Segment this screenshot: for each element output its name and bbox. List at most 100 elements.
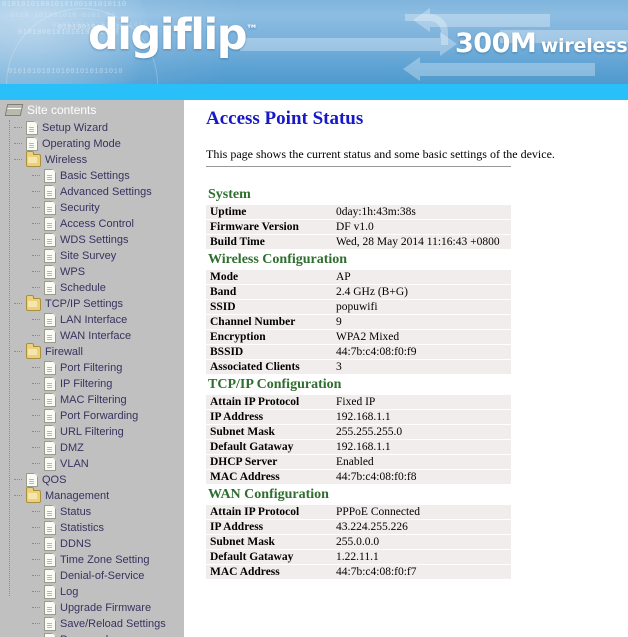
sidebar-item-label[interactable]: MAC Filtering xyxy=(60,394,127,407)
page-icon xyxy=(44,409,56,423)
sidebar-item-mac-filtering[interactable]: MAC Filtering xyxy=(0,392,184,408)
sidebar-item-label[interactable]: Access Control xyxy=(60,218,134,231)
sidebar-tree: Setup Wizard Operating Mode Wireless Basic … xyxy=(0,120,184,637)
sidebar-item-upgrade-firmware[interactable]: Upgrade Firmware xyxy=(0,600,184,616)
sidebar-item-label[interactable]: Password xyxy=(60,634,108,637)
page-body: Site contents Setup Wizard Operating Mode… xyxy=(0,100,628,637)
sidebar-item-label[interactable]: WAN Interface xyxy=(60,330,131,343)
sidebar-item-port-filtering[interactable]: Port Filtering xyxy=(0,360,184,376)
sidebar-item-management[interactable]: Management xyxy=(0,486,184,504)
tree-connector xyxy=(32,607,40,609)
sidebar-item-label[interactable]: QOS xyxy=(42,474,66,487)
sidebar-item-label[interactable]: Status xyxy=(60,506,91,519)
table-row: BSSID 44:7b:c4:08:f0:f9 xyxy=(206,345,511,359)
row-key: Uptime xyxy=(206,205,332,219)
sidebar-item-password[interactable]: Password xyxy=(0,632,184,637)
sidebar-item-label[interactable]: Statistics xyxy=(60,522,104,535)
row-value: 2.4 GHz (B+G) xyxy=(332,285,511,299)
sidebar-item-label[interactable]: WDS Settings xyxy=(60,234,128,247)
sidebar-item-wds-settings[interactable]: WDS Settings xyxy=(0,232,184,248)
sidebar-item-firewall[interactable]: Firewall xyxy=(0,342,184,360)
sidebar-item-wan-interface[interactable]: WAN Interface xyxy=(0,328,184,344)
tree-guide-line xyxy=(9,120,11,596)
sidebar-item-label[interactable]: Save/Reload Settings xyxy=(60,618,166,631)
sidebar-item-schedule[interactable]: Schedule xyxy=(0,280,184,296)
sidebar-item-lan-interface[interactable]: LAN Interface xyxy=(0,312,184,328)
sidebar-item-label[interactable]: Port Filtering xyxy=(60,362,122,375)
row-key: Mode xyxy=(206,270,332,284)
sidebar-item-status[interactable]: Status xyxy=(0,504,184,520)
status-sections: System Uptime 0day:1h:43m:38s Firmware Vers… xyxy=(206,185,628,580)
sidebar-item-label[interactable]: DMZ xyxy=(60,442,84,455)
sidebar-item-site-survey[interactable]: Site Survey xyxy=(0,248,184,264)
sidebar-item-label[interactable]: Setup Wizard xyxy=(42,122,108,135)
page-icon xyxy=(44,249,56,263)
sidebar-item-label[interactable]: Operating Mode xyxy=(42,138,121,151)
sidebar-item-denial-of-service[interactable]: Denial-of-Service xyxy=(0,568,184,584)
sidebar-item-access-control[interactable]: Access Control xyxy=(0,216,184,232)
sidebar-item-label[interactable]: Time Zone Setting xyxy=(60,554,149,567)
sidebar-item-ddns[interactable]: DDNS xyxy=(0,536,184,552)
row-value: 44:7b:c4:08:f0:f7 xyxy=(332,565,511,579)
sidebar-item-label[interactable]: IP Filtering xyxy=(60,378,112,391)
sidebar-item-label[interactable]: URL Filtering xyxy=(60,426,124,439)
sidebar-item-url-filtering[interactable]: URL Filtering xyxy=(0,424,184,440)
sidebar-item-label[interactable]: TCP/IP Settings xyxy=(45,298,123,311)
table-row: IP Address 192.168.1.1 xyxy=(206,410,511,424)
page-icon xyxy=(44,617,56,631)
tree-connector xyxy=(14,159,22,161)
main-content: Access Point Status This page shows the … xyxy=(184,100,628,637)
row-key: Firmware Version xyxy=(206,220,332,234)
sidebar-item-port-forwarding[interactable]: Port Forwarding xyxy=(0,408,184,424)
sidebar-item-label[interactable]: Log xyxy=(60,586,78,599)
sidebar-item-label[interactable]: Wireless xyxy=(45,154,87,167)
table-row: Default Gataway 1.22.11.1 xyxy=(206,550,511,564)
tree-connector xyxy=(32,223,40,225)
sidebar-item-label[interactable]: Schedule xyxy=(60,282,106,295)
sidebar-item-basic-settings[interactable]: Basic Settings xyxy=(0,168,184,184)
sidebar-item-label[interactable]: Upgrade Firmware xyxy=(60,602,151,615)
sidebar-item-label[interactable]: Site Survey xyxy=(60,250,116,263)
row-key: Build Time xyxy=(206,235,332,249)
page-icon xyxy=(44,553,56,567)
sidebar-item-qos[interactable]: QOS xyxy=(0,472,184,488)
row-value: 3 xyxy=(332,360,511,374)
sidebar-item-label[interactable]: Advanced Settings xyxy=(60,186,152,199)
sidebar-item-operating-mode[interactable]: Operating Mode xyxy=(0,136,184,152)
tree-connector xyxy=(32,447,40,449)
sidebar-item-save-reload-settings[interactable]: Save/Reload Settings xyxy=(0,616,184,632)
status-table: Attain IP Protocol PPPoE Connected IP Addr… xyxy=(206,504,511,580)
sidebar-item-label[interactable]: Port Forwarding xyxy=(60,410,138,423)
sidebar-item-label[interactable]: Basic Settings xyxy=(60,170,130,183)
sidebar-item-wps[interactable]: WPS xyxy=(0,264,184,280)
sidebar-item-label[interactable]: LAN Interface xyxy=(60,314,127,327)
sidebar-item-label[interactable]: Management xyxy=(45,490,109,503)
sidebar-item-advanced-settings[interactable]: Advanced Settings xyxy=(0,184,184,200)
status-table: Attain IP Protocol Fixed IP IP Address 192.… xyxy=(206,394,511,485)
row-value: WPA2 Mixed xyxy=(332,330,511,344)
row-key: Default Gataway xyxy=(206,550,332,564)
sidebar-item-label[interactable]: VLAN xyxy=(60,458,89,471)
sidebar-item-dmz[interactable]: DMZ xyxy=(0,440,184,456)
sidebar-item-log[interactable]: Log xyxy=(0,584,184,600)
sidebar-item-ip-filtering[interactable]: IP Filtering xyxy=(0,376,184,392)
row-value: 255.255.255.0 xyxy=(332,425,511,439)
sidebar-item-label[interactable]: Denial-of-Service xyxy=(60,570,144,583)
row-value: DF v1.0 xyxy=(332,220,511,234)
page-description: This page shows the current status and s… xyxy=(206,147,555,161)
sidebar-item-label[interactable]: DDNS xyxy=(60,538,91,551)
sidebar-item-label[interactable]: Firewall xyxy=(45,346,83,359)
sidebar-item-label[interactable]: Security xyxy=(60,202,100,215)
sidebar-item-statistics[interactable]: Statistics xyxy=(0,520,184,536)
row-value: 44:7b:c4:08:f0:f8 xyxy=(332,470,511,484)
sidebar-item-setup-wizard[interactable]: Setup Wizard xyxy=(0,120,184,136)
tree-connector xyxy=(32,527,40,529)
sidebar-item-vlan[interactable]: VLAN xyxy=(0,456,184,472)
page-icon xyxy=(26,473,38,487)
sidebar-item-time-zone-setting[interactable]: Time Zone Setting xyxy=(0,552,184,568)
sidebar-item-wireless[interactable]: Wireless xyxy=(0,150,184,168)
sidebar-item-tcp-ip-settings[interactable]: TCP/IP Settings xyxy=(0,294,184,312)
sidebar-item-label[interactable]: WPS xyxy=(60,266,85,279)
sidebar-item-security[interactable]: Security xyxy=(0,200,184,216)
page-icon xyxy=(44,505,56,519)
